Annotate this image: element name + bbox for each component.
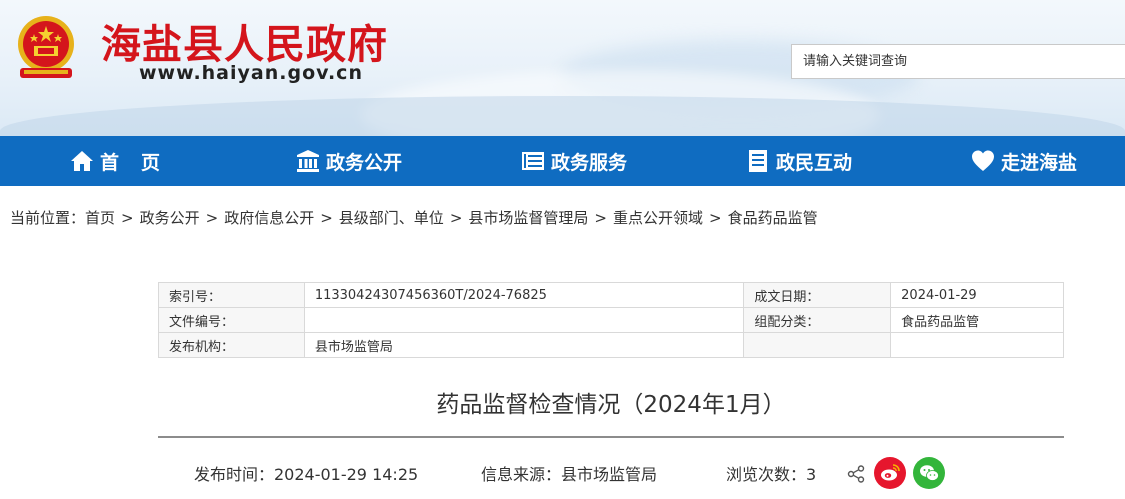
date-value: 2024-01-29	[890, 282, 1064, 308]
breadcrumb-item[interactable]: 政务公开	[140, 209, 200, 227]
breadcrumb-separator: >	[320, 209, 333, 227]
home-icon	[71, 151, 93, 171]
wechat-share-button[interactable]	[913, 457, 945, 489]
title-divider	[158, 436, 1064, 438]
nav-item-label: 首页	[100, 151, 183, 174]
table-row: 索引号： 11330424307456360T/2024-76825 成文日期：…	[158, 282, 1064, 308]
nav-item-label: 政务公开	[326, 151, 403, 174]
breadcrumb-prefix: 当前位置：	[10, 209, 86, 227]
breadcrumb-item[interactable]: 县市场监督管理局	[468, 209, 588, 227]
heart-icon	[972, 150, 994, 171]
breadcrumb-separator: >	[121, 209, 134, 227]
breadcrumb-separator: >	[709, 209, 722, 227]
article-title: 药品监督检查情况（2024年1月）	[436, 392, 786, 418]
publish-time: 发布时间：2024-01-29 14:25	[194, 465, 419, 484]
notepad-icon	[749, 150, 767, 172]
breadcrumb-item[interactable]: 食品药品监管	[728, 209, 818, 227]
category-label: 组配分类：	[743, 307, 892, 333]
search-box	[791, 44, 1125, 79]
category-value: 食品药品监管	[890, 307, 1064, 333]
document-list-icon	[522, 152, 544, 170]
weibo-icon	[881, 464, 900, 481]
breadcrumb-separator: >	[205, 209, 219, 227]
breadcrumb-item[interactable]: 首页	[85, 209, 115, 227]
nav-item-gov-services[interactable]: 政务服务	[521, 136, 627, 186]
breadcrumb-item[interactable]: 重点公开领域	[613, 209, 703, 227]
info-source: 信息来源：县市场监管局	[481, 465, 658, 484]
breadcrumb-separator: >	[449, 209, 463, 227]
org-value: 县市场监管局	[303, 332, 745, 358]
index-value: 11330424307456360T/2024-76825	[303, 282, 745, 308]
view-count: 浏览次数：3	[726, 465, 817, 484]
breadcrumb: 当前位置：首页 > 政务公开 > 政府信息公开 > 县级部门、单位 > 县市场监督管理局 > 重点公…	[10, 207, 818, 228]
site-header: 海盐县人民政府 www.haiyan.gov.cn	[0, 0, 1125, 136]
main-nav: 首页 政务公开 政务服务 政民互动 走进海盐	[0, 136, 1125, 186]
weibo-share-button[interactable]	[874, 457, 906, 489]
site-url[interactable]: www.haiyan.gov.cn	[139, 62, 363, 84]
breadcrumb-item[interactable]: 县级部门、单位	[339, 209, 444, 227]
table-row: 发布机构： 县市场监管局	[158, 332, 1064, 358]
building-icon	[297, 150, 319, 172]
search-input[interactable]	[792, 45, 1125, 78]
breadcrumb-separator: >	[594, 209, 607, 227]
nav-item-label: 走进海盐	[1001, 151, 1078, 174]
nav-item-interaction[interactable]: 政民互动	[746, 136, 852, 186]
index-label: 索引号：	[158, 282, 305, 308]
table-row: 文件编号： 组配分类： 食品药品监管	[158, 307, 1064, 333]
date-label: 成文日期：	[743, 282, 892, 308]
nav-item-label: 政民互动	[776, 151, 853, 174]
docno-value	[303, 307, 745, 333]
nav-item-home[interactable]: 首页	[70, 136, 182, 186]
document-info-table: 索引号： 11330424307456360T/2024-76825 成文日期：…	[158, 282, 1064, 358]
empty-cell	[890, 332, 1064, 358]
breadcrumb-item[interactable]: 政府信息公开	[224, 209, 314, 227]
nav-item-explore-haiyan[interactable]: 走进海盐	[971, 136, 1077, 186]
empty-cell	[743, 332, 892, 358]
docno-label: 文件编号：	[158, 307, 305, 333]
nav-item-label: 政务服务	[551, 151, 628, 174]
share-icon[interactable]	[847, 465, 865, 483]
wechat-icon	[920, 465, 939, 481]
nav-item-gov-affairs-open[interactable]: 政务公开	[296, 136, 402, 186]
org-label: 发布机构：	[158, 332, 305, 358]
national-emblem-logo[interactable]	[14, 14, 78, 84]
